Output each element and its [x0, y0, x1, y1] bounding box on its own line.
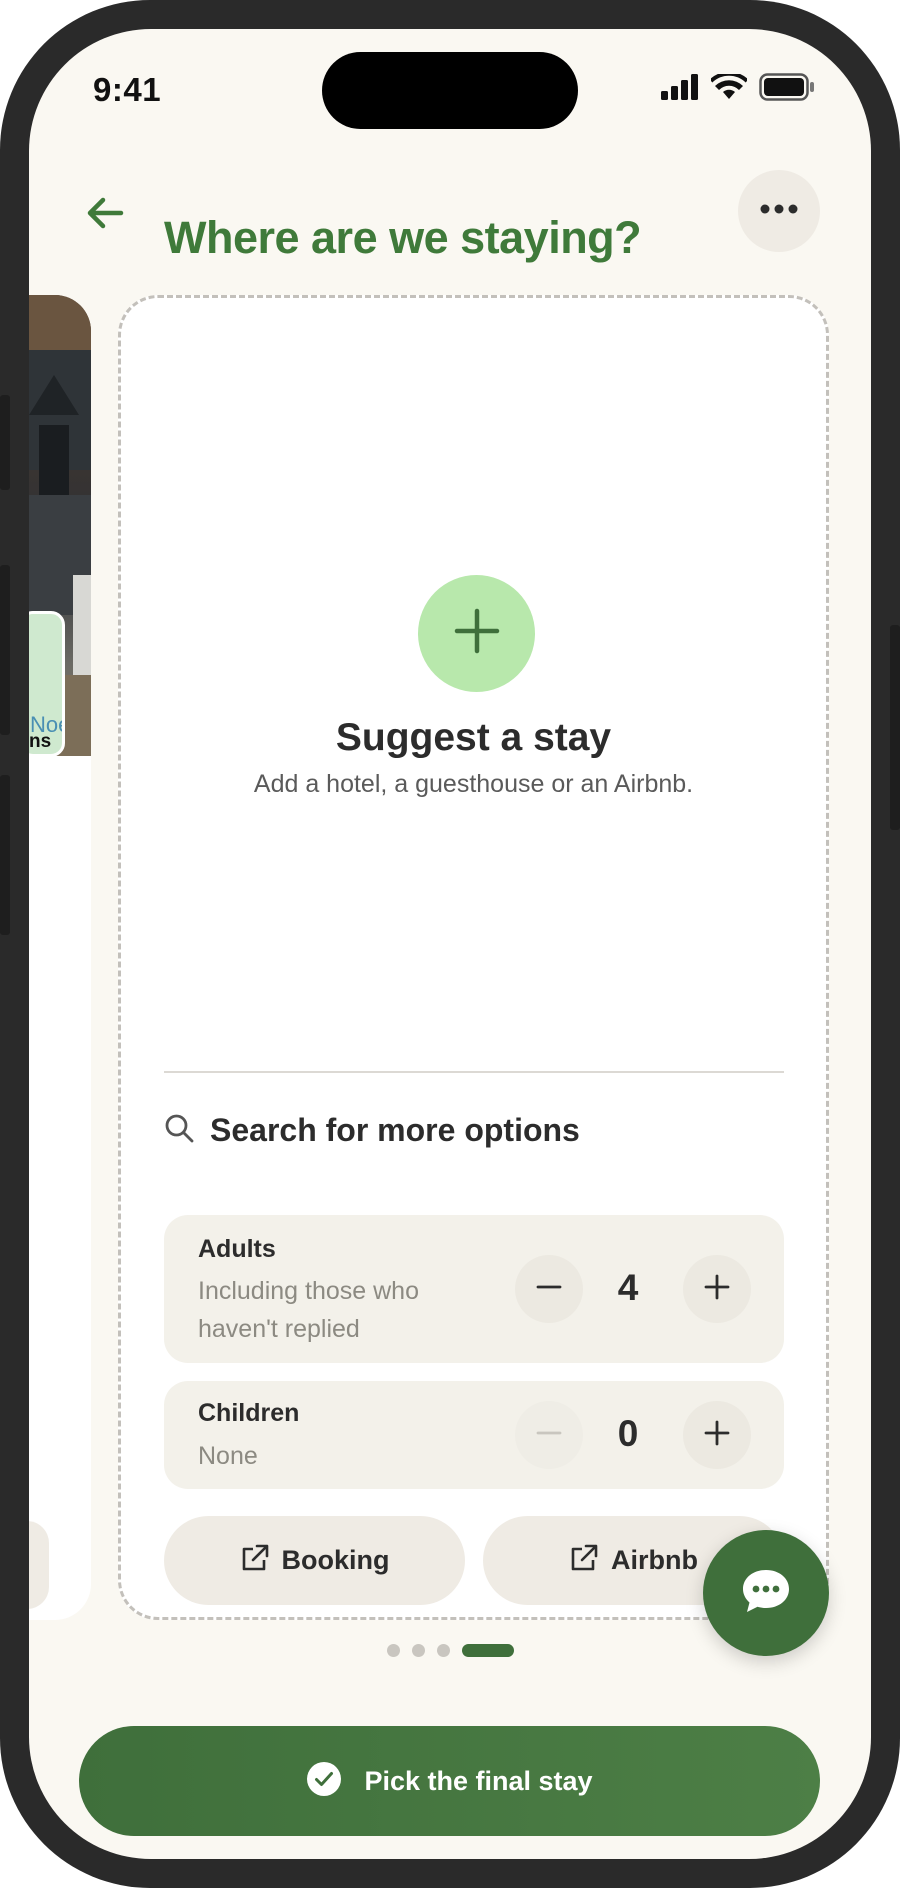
suggest-stay-button[interactable] [418, 575, 535, 692]
page-title: Where are we staying? [164, 212, 642, 263]
phone-side-button [0, 395, 10, 490]
pick-final-stay-button[interactable]: Pick the final stay [79, 1726, 820, 1836]
airbnb-label: Airbnb [611, 1545, 698, 1575]
suggest-subtitle: Add a hotel, a guesthouse or an Airbnb. [253, 770, 694, 798]
ellipsis-icon [759, 202, 799, 220]
pager-dot[interactable] [411, 1644, 425, 1657]
phone-side-button [0, 565, 10, 735]
chat-button[interactable] [703, 1530, 829, 1656]
minus-icon [535, 1419, 563, 1452]
adults-increment-button[interactable] [683, 1255, 751, 1323]
check-circle-icon [306, 1761, 342, 1802]
booking-link-button[interactable]: Booking [164, 1516, 465, 1605]
pick-final-stay-label: Pick the final stay [364, 1765, 593, 1796]
wifi-icon [709, 71, 749, 105]
carousel-pager [29, 1644, 871, 1657]
search-more-options[interactable]: Search for more options [164, 1112, 580, 1149]
status-time: 9:41 [93, 71, 162, 108]
signal-icon [661, 74, 699, 105]
children-increment-button[interactable] [683, 1401, 751, 1469]
chat-bubble-icon [740, 1567, 792, 1620]
adults-sublabel: Including those who haven't replied [198, 1277, 419, 1343]
partial-button[interactable] [29, 1521, 49, 1609]
children-decrement-button[interactable] [515, 1401, 583, 1469]
children-label: Children [198, 1399, 300, 1427]
booking-label: Booking [281, 1545, 390, 1575]
app-screen: 9:41 Where are we staying? No ns Suggest… [29, 29, 871, 1859]
pager-dot[interactable] [436, 1644, 450, 1657]
dynamic-island [322, 52, 578, 129]
pager-dot[interactable] [386, 1644, 400, 1657]
children-counter: Children None 0 [164, 1381, 784, 1489]
external-link-icon [240, 1543, 270, 1578]
plus-icon [703, 1273, 731, 1306]
children-count: 0 [617, 1413, 639, 1454]
plus-icon [703, 1419, 731, 1452]
stay-label-partial: ns [29, 731, 52, 752]
status-icons [661, 71, 815, 106]
external-link-icon [569, 1543, 599, 1578]
search-icon [164, 1113, 194, 1148]
adults-decrement-button[interactable] [515, 1255, 583, 1323]
suggest-stay-card: Suggest a stay Add a hotel, a guesthouse… [118, 295, 829, 1620]
search-label: Search for more options [210, 1112, 580, 1148]
phone-side-button [0, 775, 10, 935]
divider [164, 1071, 784, 1073]
adults-counter: Adults Including those who haven't repli… [164, 1215, 784, 1363]
phone-side-button [890, 625, 900, 830]
plus-icon [454, 608, 500, 659]
suggest-title: Suggest a stay [335, 716, 612, 759]
adults-label: Adults [198, 1235, 276, 1263]
battery-icon [759, 73, 815, 106]
more-options-button[interactable] [738, 170, 820, 252]
pager-dot-active[interactable] [461, 1644, 514, 1657]
adults-count: 4 [617, 1267, 639, 1308]
arrow-left-icon[interactable] [83, 191, 127, 235]
previous-stay-card[interactable]: Noe ns [29, 295, 91, 1620]
children-sublabel: None [198, 1442, 258, 1470]
minus-icon [535, 1273, 563, 1306]
